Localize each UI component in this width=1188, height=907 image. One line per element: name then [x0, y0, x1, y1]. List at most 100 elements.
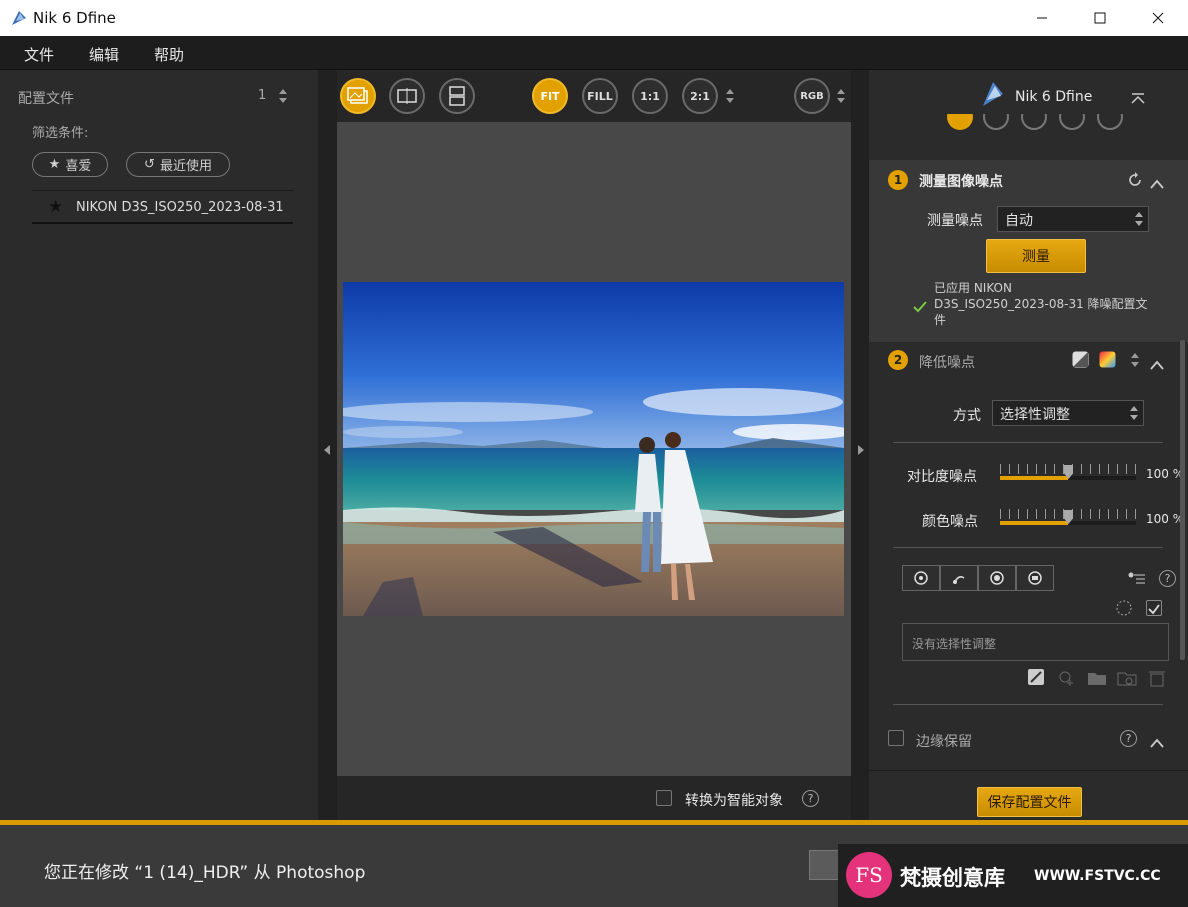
- collapse-panel-icon[interactable]: [1131, 90, 1145, 109]
- edge-help-icon[interactable]: ?: [1120, 730, 1137, 747]
- collapse-left-icon[interactable]: [323, 440, 331, 459]
- applied-line-2: D3S_ISO250_2023-08-31 降噪配置文: [934, 297, 1148, 311]
- menu-edit[interactable]: 编辑: [89, 44, 119, 65]
- measure-mode-value: 自动: [1005, 213, 1033, 229]
- color-noise-label: 颜色噪点: [922, 514, 978, 530]
- show-selection-icon[interactable]: [1115, 599, 1133, 621]
- add-group-icon[interactable]: [1087, 669, 1107, 691]
- count-stepper-icon[interactable]: [278, 88, 288, 108]
- view-fill-button[interactable]: FILL: [582, 78, 618, 114]
- measure-button[interactable]: 测量: [986, 239, 1086, 273]
- ungroup-icon[interactable]: [1117, 669, 1137, 691]
- filter-favorites-label: 喜爱: [65, 159, 92, 174]
- section2-collapse-icon[interactable]: [1150, 355, 1164, 374]
- measure-mode-select[interactable]: 自动: [997, 206, 1149, 232]
- section1-collapse-icon[interactable]: [1150, 174, 1164, 193]
- view-1to1-button[interactable]: 1:1: [632, 78, 668, 114]
- checkmark-icon: [1148, 604, 1160, 615]
- add-point-icon[interactable]: [1057, 669, 1075, 691]
- maximize-button[interactable]: [1070, 0, 1130, 36]
- method-select[interactable]: 选择性调整: [992, 400, 1144, 426]
- filter-favorites-button[interactable]: ★ 喜爱: [32, 152, 108, 177]
- reset-icon[interactable]: [1127, 172, 1143, 192]
- applied-profile-text: 已应用 NIKON D3S_ISO250_2023-08-31 降噪配置文 件: [934, 280, 1148, 328]
- enable-selection-checkbox[interactable]: [1146, 600, 1162, 616]
- filter-label: 筛选条件:: [32, 126, 89, 141]
- channel-tab-rgb[interactable]: [947, 114, 973, 130]
- right-panel-splitter[interactable]: [851, 70, 869, 820]
- side-by-side-button[interactable]: [439, 78, 475, 114]
- delete-icon[interactable]: [1148, 669, 1166, 691]
- brush-button[interactable]: [940, 565, 978, 591]
- minimize-button[interactable]: [1012, 0, 1072, 36]
- channel-tab-e[interactable]: [1097, 114, 1123, 130]
- channel-stepper-icon[interactable]: [836, 88, 846, 108]
- edge-preservation-checkbox[interactable]: [888, 730, 904, 746]
- panel-scrollbar[interactable]: [1180, 340, 1185, 660]
- profile-list-item[interactable]: ★ NIKON D3S_ISO250_2023-08-31: [32, 192, 293, 224]
- split-image-icon: [397, 88, 417, 104]
- mode-bw-icon[interactable]: [1072, 351, 1089, 372]
- measure-noise-label: 测量噪点: [927, 213, 983, 229]
- contrast-noise-value: 100 %: [1146, 467, 1185, 481]
- collapse-right-icon[interactable]: [857, 440, 865, 459]
- profiles-title: 配置文件: [18, 91, 74, 107]
- smart-object-checkbox[interactable]: [656, 790, 672, 806]
- menu-file[interactable]: 文件: [24, 44, 54, 65]
- watermark: FS 梵摄创意库 WWW.FSTVC.CC: [838, 844, 1188, 907]
- preview-image[interactable]: [343, 282, 844, 616]
- control-point-button[interactable]: [902, 565, 940, 591]
- selective-options-icon[interactable]: [1128, 570, 1146, 589]
- save-profile-button[interactable]: 保存配置文件: [977, 787, 1082, 817]
- fill-mask-icon: [1028, 571, 1042, 585]
- app-window: Nik 6 Dfine 文件 编辑 帮助 配置文件 1 筛选条件: ★ 喜爱 ↺…: [0, 0, 1188, 907]
- color-range-button[interactable]: [978, 565, 1016, 591]
- channel-rgb-button[interactable]: RGB: [794, 78, 830, 114]
- watermark-url: WWW.FSTVC.CC: [1034, 868, 1161, 884]
- contrast-noise-slider[interactable]: [1000, 464, 1136, 484]
- selective-list[interactable]: 没有选择性调整: [902, 623, 1169, 661]
- measure-noise-section: 1 测量图像噪点 测量噪点 自动 测量 已应用 NIKON D3S_ISO250…: [869, 160, 1188, 342]
- edge-collapse-icon[interactable]: [1150, 733, 1164, 752]
- view-fit-button[interactable]: FIT: [532, 78, 568, 114]
- method-value: 选择性调整: [1000, 407, 1070, 423]
- star-icon: ★: [48, 157, 61, 172]
- measure-section-title: 测量图像噪点: [919, 174, 1003, 190]
- channel-tab-g[interactable]: [1021, 114, 1047, 130]
- smart-object-help-icon[interactable]: ?: [802, 790, 819, 807]
- close-button[interactable]: [1128, 0, 1188, 36]
- preview-toolbar: FIT FILL 1:1 2:1 RGB: [337, 70, 851, 122]
- menu-bar: 文件 编辑 帮助: [0, 36, 1188, 70]
- single-view-button[interactable]: [340, 78, 376, 114]
- step-2-badge: 2: [888, 350, 908, 370]
- color-range-icon: [990, 571, 1004, 585]
- channel-tab-k[interactable]: [983, 114, 1009, 130]
- bottom-bar: 您正在修改 “1 (14)_HDR” 从 Photoshop 取消 笔刷 应用 …: [0, 820, 1188, 907]
- method-label: 方式: [953, 408, 981, 424]
- invert-mask-icon[interactable]: [1027, 668, 1045, 690]
- applied-line-1: 已应用 NIKON: [934, 281, 1012, 295]
- fill-mask-button[interactable]: [1016, 565, 1054, 591]
- zoom-stepper-icon[interactable]: [725, 88, 735, 108]
- method-select-arrows-icon: [1130, 406, 1138, 420]
- history-icon: ↺: [144, 157, 155, 172]
- color-noise-slider[interactable]: [1000, 509, 1136, 529]
- selective-help-icon[interactable]: ?: [1159, 570, 1176, 587]
- split-view-button[interactable]: [389, 78, 425, 114]
- starred-icon[interactable]: ★: [48, 197, 63, 217]
- filter-recent-label: 最近使用: [159, 159, 212, 174]
- channel-tab-b[interactable]: [1059, 114, 1085, 130]
- filter-recent-button[interactable]: ↺ 最近使用: [126, 152, 230, 177]
- view-2to1-button[interactable]: 2:1: [682, 78, 718, 114]
- single-image-icon: [347, 87, 368, 104]
- status-text: 您正在修改 “1 (14)_HDR” 从 Photoshop: [44, 863, 366, 883]
- stacked-image-icon: [449, 86, 465, 106]
- left-panel-splitter[interactable]: [318, 70, 337, 820]
- menu-help[interactable]: 帮助: [154, 44, 184, 65]
- section2-stepper-icon[interactable]: [1131, 352, 1139, 372]
- control-point-icon: [914, 571, 928, 585]
- mode-color-icon[interactable]: [1099, 351, 1116, 372]
- app-logo-icon: [10, 9, 28, 31]
- title-bar: Nik 6 Dfine: [0, 0, 1188, 36]
- adjustments-panel: Nik 6 Dfine 1 测量图像噪点 测量噪点 自动 测量 已应用 NIKO…: [869, 70, 1188, 820]
